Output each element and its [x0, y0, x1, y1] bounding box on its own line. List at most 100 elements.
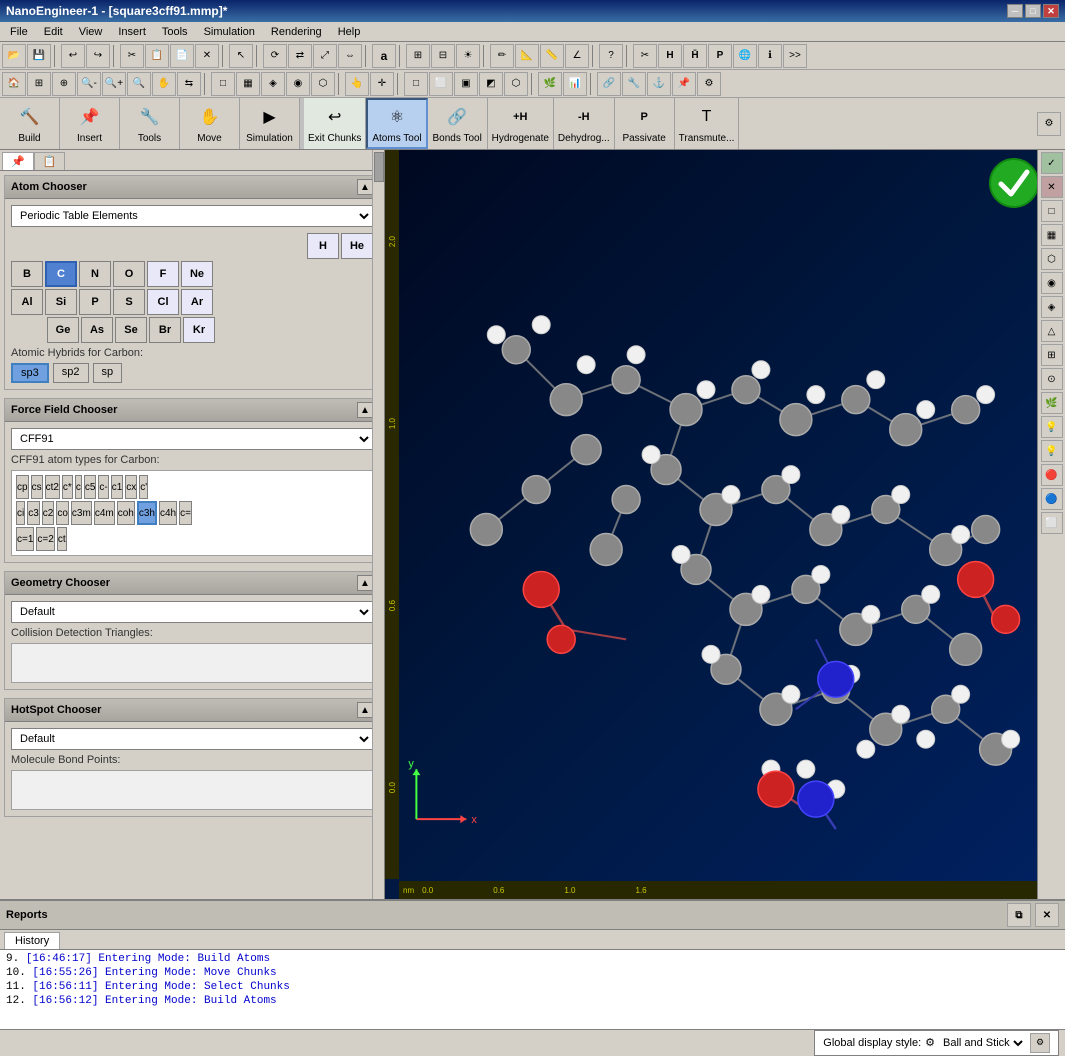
tb-translate-btn[interactable]: ⇄ — [288, 44, 312, 68]
tb-center-btn[interactable]: ⊕ — [52, 72, 76, 96]
tb-ruler-btn[interactable]: 📏 — [540, 44, 564, 68]
atom-type-c3[interactable]: c3 — [27, 501, 40, 525]
tb-H-btn[interactable]: H — [658, 44, 682, 68]
tb-measure-btn[interactable]: 📐 — [515, 44, 539, 68]
rs-btn-6[interactable]: ◉ — [1041, 272, 1063, 294]
element-F[interactable]: F — [147, 261, 179, 287]
rs-btn-12[interactable]: 💡 — [1041, 416, 1063, 438]
tb-scissors-btn[interactable]: ✂ — [633, 44, 657, 68]
tb-mirror-btn[interactable]: ⇔ — [338, 44, 362, 68]
tb-zoom-in-btn[interactable]: 🔍+ — [102, 72, 126, 96]
display-style-dropdown[interactable]: Ball and Stick CPK Tubes Wireframe — [939, 1036, 1026, 1050]
tb-cursor-btn[interactable]: 👆 — [345, 72, 369, 96]
hotspot-dropdown[interactable]: Default Custom — [11, 728, 373, 750]
rs-btn-8[interactable]: △ — [1041, 320, 1063, 342]
atom-type-coh[interactable]: coh — [117, 501, 135, 525]
element-S[interactable]: S — [113, 289, 145, 315]
mode-dehydrogenate[interactable]: -H Dehydrog... — [554, 98, 615, 149]
menu-rendering[interactable]: Rendering — [263, 24, 330, 40]
rs-btn-10[interactable]: ⊙ — [1041, 368, 1063, 390]
tb-paste-btn[interactable]: 📄 — [170, 44, 194, 68]
element-P[interactable]: P — [79, 289, 111, 315]
mode-exit-chunks[interactable]: ↩ Exit Chunks — [304, 98, 366, 149]
rs-btn-14[interactable]: 🔴 — [1041, 464, 1063, 486]
element-Ge[interactable]: Ge — [47, 317, 79, 343]
force-field-dropdown[interactable]: CFF91 AMBER GROMACS — [11, 428, 373, 450]
atom-type-cprime[interactable]: c' — [139, 475, 148, 499]
mode-settings-btn[interactable]: ⚙ — [1037, 112, 1061, 136]
tb-zoom-area-btn[interactable]: 🔍 — [127, 72, 151, 96]
element-Br[interactable]: Br — [149, 317, 181, 343]
tb-crosshair-btn[interactable]: ✛ — [370, 72, 394, 96]
rs-btn-4[interactable]: ▦ — [1041, 224, 1063, 246]
mode-passivate[interactable]: P Passivate — [615, 98, 675, 149]
mode-tools[interactable]: 🔧 Tools — [120, 98, 180, 149]
atom-type-cx[interactable]: cx — [125, 475, 137, 499]
atom-type-c1[interactable]: c1 — [111, 475, 124, 499]
tb-more-btn[interactable]: >> — [783, 44, 807, 68]
tb-delete-btn[interactable]: ✕ — [195, 44, 219, 68]
atom-type-ci[interactable]: ci — [16, 501, 25, 525]
element-Ar[interactable]: Ar — [181, 289, 213, 315]
panel-tab-2[interactable]: 📋 — [34, 152, 66, 170]
mode-transmute[interactable]: T Transmute... — [675, 98, 740, 149]
element-B[interactable]: B — [11, 261, 43, 287]
rs-btn-15[interactable]: 🔵 — [1041, 488, 1063, 510]
tb-rotate-btn[interactable]: ⟳ — [263, 44, 287, 68]
periodic-table-dropdown[interactable]: Periodic Table Elements Custom — [11, 205, 373, 227]
reports-close-btn[interactable]: ✕ — [1035, 903, 1059, 927]
tb-box3-btn[interactable]: ▣ — [454, 72, 478, 96]
reports-tab-history[interactable]: History — [4, 932, 60, 949]
element-As[interactable]: As — [81, 317, 113, 343]
tb-redo-btn[interactable]: ↪ — [86, 44, 110, 68]
tb-info-btn[interactable]: ℹ — [758, 44, 782, 68]
tb-pan2-btn[interactable]: ⇆ — [177, 72, 201, 96]
tb-layer-btn[interactable]: 🌿 — [538, 72, 562, 96]
rs-btn-1[interactable]: ✓ — [1041, 152, 1063, 174]
close-button[interactable]: ✕ — [1043, 4, 1059, 18]
checkmark-overlay[interactable] — [989, 158, 1029, 198]
menu-simulation[interactable]: Simulation — [196, 24, 263, 40]
tb-pan-btn[interactable]: ✋ — [152, 72, 176, 96]
atom-type-c2[interactable]: c2 — [42, 501, 55, 525]
rs-btn-3[interactable]: □ — [1041, 200, 1063, 222]
tb-copy-btn[interactable]: 📋 — [145, 44, 169, 68]
tb-H2-btn[interactable]: H̄ — [683, 44, 707, 68]
tb-zoom-out-btn[interactable]: 🔍- — [77, 72, 101, 96]
atom-type-co[interactable]: co — [56, 501, 69, 525]
tb-front-btn[interactable]: ◈ — [261, 72, 285, 96]
minimize-button[interactable]: ─ — [1007, 4, 1023, 18]
tb-pencil-btn[interactable]: ✏ — [490, 44, 514, 68]
atom-type-cp[interactable]: cp — [16, 475, 29, 499]
atom-type-ceq[interactable]: c= — [179, 501, 192, 525]
rs-btn-5[interactable]: ⬡ — [1041, 248, 1063, 270]
tb-magnet-btn[interactable]: 🔧 — [622, 72, 646, 96]
tb-std-view-btn[interactable]: □ — [211, 72, 235, 96]
tb-motor-btn[interactable]: ⚙ — [697, 72, 721, 96]
tb-open-btn[interactable]: 📂 — [2, 44, 26, 68]
viewport[interactable]: x y 2.0 1.0 0.6 0.0 nm 0.0 0.6 1.0 1.6 — [385, 150, 1037, 899]
tb-globe-btn[interactable]: 🌐 — [733, 44, 757, 68]
atom-type-c[interactable]: c — [75, 475, 82, 499]
menu-file[interactable]: File — [2, 24, 36, 40]
element-N[interactable]: N — [79, 261, 111, 287]
atom-type-c3h[interactable]: c3h — [137, 501, 157, 525]
atom-type-cs[interactable]: cs — [31, 475, 43, 499]
menu-insert[interactable]: Insert — [110, 24, 154, 40]
element-C[interactable]: C — [45, 261, 77, 287]
panel-tab-1[interactable]: 📌 — [2, 152, 34, 170]
rs-btn-11[interactable]: 🌿 — [1041, 392, 1063, 414]
element-Cl[interactable]: Cl — [147, 289, 179, 315]
hotspot-collapse-btn[interactable]: ▲ — [357, 702, 373, 718]
atom-type-c4m[interactable]: c4m — [94, 501, 115, 525]
hybrid-sp[interactable]: sp — [93, 363, 123, 383]
menu-view[interactable]: View — [71, 24, 111, 40]
tb-atom-btn[interactable]: a — [372, 44, 396, 68]
hybrid-sp3[interactable]: sp3 — [11, 363, 49, 383]
geometry-collapse-btn[interactable]: ▲ — [357, 575, 373, 591]
maximize-button[interactable]: □ — [1025, 4, 1041, 18]
atom-type-ceq2[interactable]: c=2 — [36, 527, 54, 551]
tb-select-btn[interactable]: ↖ — [229, 44, 253, 68]
element-Kr[interactable]: Kr — [183, 317, 215, 343]
atom-type-c3m[interactable]: c3m — [71, 501, 92, 525]
